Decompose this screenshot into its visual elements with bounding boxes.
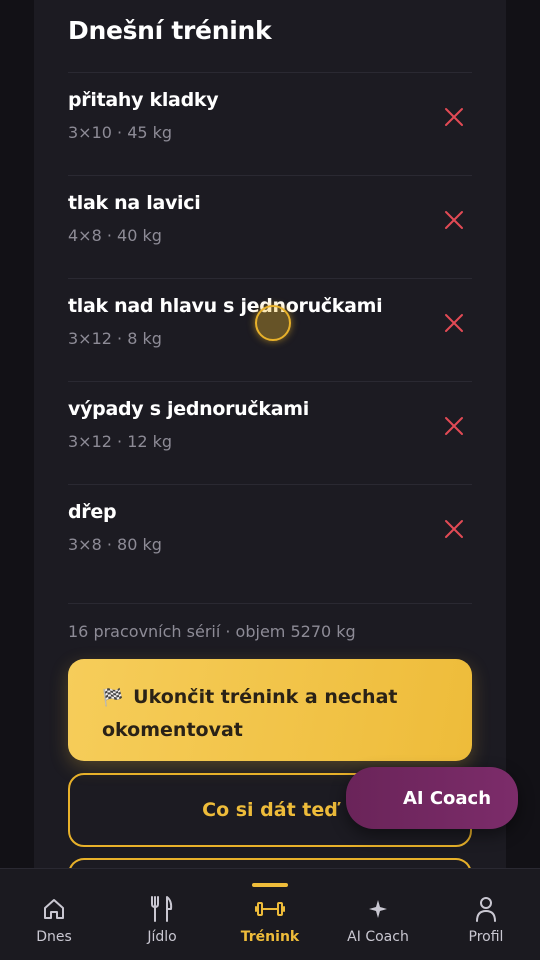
exercise-name: přitahy kladky — [68, 89, 219, 111]
exercise-name: výpady s jednoručkami — [68, 398, 309, 420]
page-title: Dnešní trénink — [68, 16, 272, 45]
exercise-meta: 3×12 · 12 kg — [68, 432, 173, 451]
remove-exercise-button[interactable] — [440, 206, 468, 234]
close-icon — [445, 211, 463, 229]
nav-label: Trénink — [240, 929, 300, 945]
exercise-meta: 3×8 · 80 kg — [68, 535, 162, 554]
nav-item-ai-coach[interactable]: AI Coach — [328, 869, 428, 960]
exercise-row[interactable]: tlak na lavici 4×8 · 40 kg — [68, 176, 472, 278]
ai-coach-button[interactable]: AI Coach — [346, 767, 518, 829]
active-indicator — [252, 883, 288, 887]
home-icon — [41, 895, 67, 923]
nav-label: AI Coach — [347, 929, 409, 945]
dumbbell-icon — [255, 895, 285, 923]
exercise-row[interactable]: přitahy kladky 3×10 · 45 kg — [68, 73, 472, 175]
ai-coach-label: AI Coach — [402, 787, 492, 809]
remove-exercise-button[interactable] — [440, 412, 468, 440]
workout-summary: 16 pracovních sérií · objem 5270 kg — [68, 622, 356, 641]
bottom-nav: Dnes Jídlo Trénink AI Coach Profil — [0, 868, 540, 960]
finish-workout-text: Ukončit trénink a nechat okomentovat — [102, 686, 398, 741]
nav-item-jidlo[interactable]: Jídlo — [112, 869, 212, 960]
exercise-meta: 3×10 · 45 kg — [68, 123, 173, 142]
close-icon — [445, 108, 463, 126]
exercise-meta: 3×12 · 8 kg — [68, 329, 162, 348]
finish-workout-button[interactable]: 🏁 Ukončit trénink a nechat okomentovat — [68, 659, 472, 761]
close-icon — [445, 520, 463, 538]
sparkle-icon — [368, 895, 388, 923]
exercise-name: tlak nad hlavu s jednoručkami — [68, 295, 383, 317]
exercise-row[interactable]: výpady s jednoručkami 3×12 · 12 kg — [68, 382, 472, 484]
remove-exercise-button[interactable] — [440, 515, 468, 543]
nav-label: Jídlo — [147, 929, 177, 945]
nav-item-profil[interactable]: Profil — [436, 869, 536, 960]
exercise-name: dřep — [68, 501, 117, 523]
remove-exercise-button[interactable] — [440, 309, 468, 337]
exercise-name: tlak na lavici — [68, 192, 201, 214]
fork-knife-icon — [149, 895, 175, 923]
nav-label: Dnes — [36, 929, 72, 945]
divider — [68, 603, 472, 604]
close-icon — [445, 417, 463, 435]
nav-item-trenink[interactable]: Trénink — [220, 869, 320, 960]
nav-item-dnes[interactable]: Dnes — [4, 869, 104, 960]
touch-indicator — [255, 305, 291, 341]
nav-label: Profil — [468, 929, 504, 945]
suggest-next-label: Co si dát teď — [202, 799, 338, 821]
finish-workout-label: 🏁 Ukončit trénink a nechat okomentovat — [102, 681, 438, 746]
exercise-row[interactable]: dřep 3×8 · 80 kg — [68, 485, 472, 587]
close-icon — [445, 314, 463, 332]
remove-exercise-button[interactable] — [440, 103, 468, 131]
exercise-meta: 4×8 · 40 kg — [68, 226, 162, 245]
checkered-flag-icon: 🏁 — [102, 688, 124, 708]
person-icon — [474, 895, 498, 923]
